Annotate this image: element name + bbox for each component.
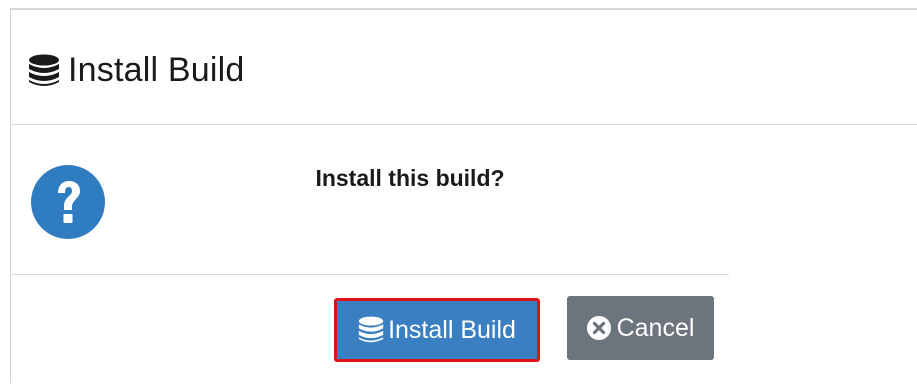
database-icon bbox=[29, 54, 59, 86]
cancel-button[interactable]: Cancel bbox=[567, 296, 714, 360]
times-circle-icon bbox=[586, 316, 611, 340]
install-build-button-label: Install Build bbox=[388, 315, 516, 344]
dialog-footer: Install Build Cancel bbox=[11, 275, 729, 385]
database-icon bbox=[358, 316, 384, 343]
cancel-button-label: Cancel bbox=[616, 313, 695, 342]
install-build-button[interactable]: Install Build bbox=[334, 298, 540, 362]
dialog-title: Install Build bbox=[68, 51, 245, 89]
dialog-body: Install this build? bbox=[11, 125, 729, 275]
install-build-dialog: Install Build Install this build? Instal… bbox=[10, 8, 917, 383]
dialog-message: Install this build? bbox=[315, 165, 505, 191]
dialog-header: Install Build bbox=[11, 10, 917, 125]
